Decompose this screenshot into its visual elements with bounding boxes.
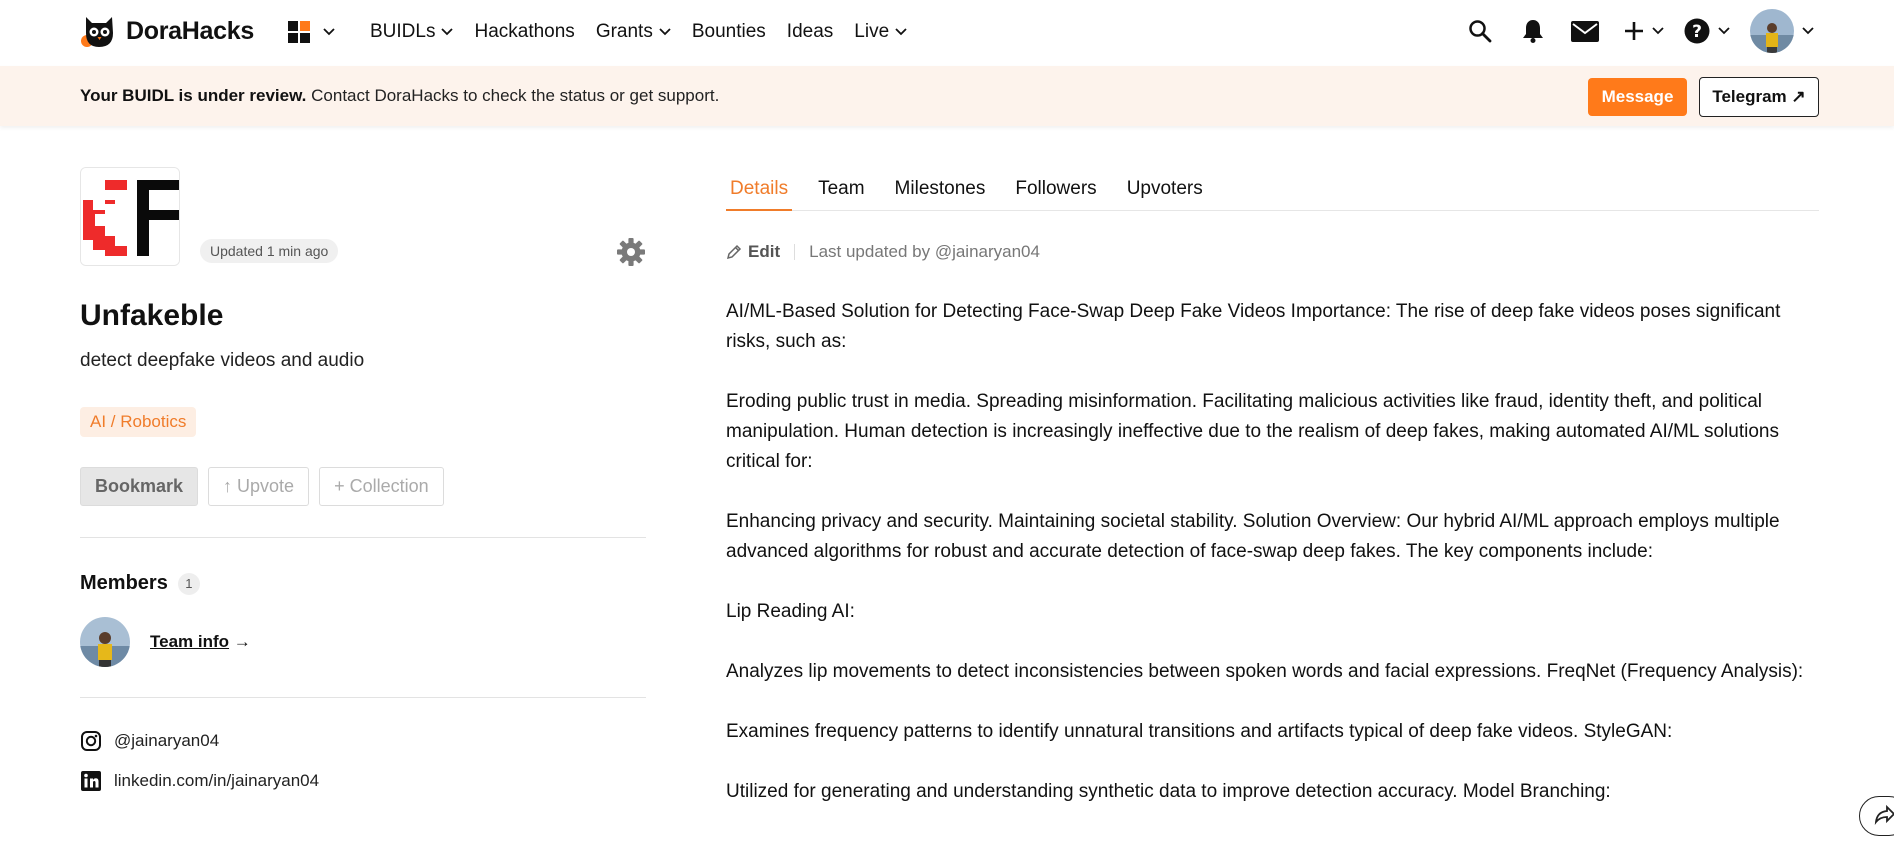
instagram-icon bbox=[81, 731, 101, 751]
team-info-link[interactable]: Team info → bbox=[150, 632, 251, 652]
description-paragraph: AI/ML-Based Solution for Detecting Face-… bbox=[726, 301, 1781, 352]
account-menu-button[interactable] bbox=[1750, 9, 1814, 53]
settings-button[interactable] bbox=[616, 237, 646, 267]
brand-name: DoraHacks bbox=[126, 16, 254, 45]
owl-logo-icon bbox=[81, 17, 113, 47]
nav-item-label: Live bbox=[854, 21, 890, 42]
edit-label: Edit bbox=[748, 242, 781, 261]
help-menu-button[interactable]: ? bbox=[1684, 18, 1730, 44]
chevron-down-icon bbox=[1802, 27, 1814, 35]
search-icon bbox=[1469, 20, 1492, 43]
divider bbox=[80, 537, 646, 538]
description-paragraph: Eroding public trust in media. Spreading… bbox=[726, 391, 1779, 472]
description-paragraph: Enhancing privacy and security. Maintain… bbox=[726, 511, 1780, 562]
nav-item-label: Hackathons bbox=[474, 21, 575, 42]
linkedin-link[interactable]: linkedin.com/in/jainaryan04 bbox=[80, 770, 319, 792]
nav-item-label: Grants bbox=[595, 21, 653, 42]
search-button[interactable] bbox=[1467, 18, 1493, 44]
add-collection-button[interactable]: + Collection bbox=[319, 467, 444, 506]
plus-icon bbox=[1625, 22, 1643, 40]
chevron-down-icon bbox=[441, 28, 454, 36]
gear-icon bbox=[617, 238, 645, 266]
nav-item-label: Ideas bbox=[786, 21, 834, 42]
arrow-right-icon: → bbox=[229, 632, 251, 651]
members-count: 1 bbox=[177, 572, 200, 595]
chevron-down-icon bbox=[895, 28, 907, 36]
tab-team[interactable]: Team bbox=[814, 170, 868, 210]
detail-tabs: Details Team Milestones Followers Upvote… bbox=[726, 170, 1819, 211]
share-floating-button[interactable] bbox=[1859, 796, 1894, 836]
divider bbox=[80, 697, 646, 698]
tab-followers[interactable]: Followers bbox=[1011, 170, 1100, 210]
svg-text:?: ? bbox=[1692, 22, 1702, 42]
project-tagline: detect deepfake videos and audio bbox=[80, 350, 365, 371]
top-navigation: DoraHacks BUIDLs Hackathons Grants Bount… bbox=[0, 0, 1894, 66]
tab-upvoters[interactable]: Upvoters bbox=[1123, 170, 1207, 210]
main-menu: BUIDLs Hackathons Grants Bounties Ideas … bbox=[287, 0, 928, 64]
updated-badge: Updated 1 min ago bbox=[200, 239, 339, 263]
apps-menu-button[interactable] bbox=[287, 20, 335, 44]
nav-item-ideas[interactable]: Ideas bbox=[787, 21, 833, 43]
messages-button[interactable] bbox=[1570, 18, 1600, 44]
nav-item-bounties[interactable]: Bounties bbox=[692, 21, 766, 43]
edit-bar: Edit Last updated by @jainaryan04 bbox=[726, 242, 1040, 262]
apps-grid-icon bbox=[288, 21, 310, 43]
review-status: Your BUIDL is under review. bbox=[80, 86, 307, 105]
linkedin-url: linkedin.com/in/jainaryan04 bbox=[114, 771, 320, 790]
nav-item-hackathons[interactable]: Hackathons bbox=[474, 21, 574, 43]
project-actions: Bookmark ↑ Upvote + Collection bbox=[80, 467, 444, 506]
edit-button[interactable]: Edit bbox=[726, 242, 780, 262]
bell-icon bbox=[1523, 20, 1543, 43]
chevron-down-icon bbox=[659, 28, 671, 36]
user-actions: ? bbox=[1467, 0, 1814, 62]
description-paragraph: Utilized for generating and understandin… bbox=[726, 781, 1611, 802]
description-paragraph: Lip Reading AI: bbox=[726, 601, 855, 622]
description-paragraph: Analyzes lip movements to detect inconsi… bbox=[726, 661, 1804, 682]
nav-item-label: Bounties bbox=[691, 21, 766, 42]
members-title: Members bbox=[80, 572, 168, 594]
telegram-button[interactable]: Telegram ↗ bbox=[1699, 77, 1819, 117]
tab-details[interactable]: Details bbox=[726, 170, 793, 211]
dorahacks-logo[interactable]: DoraHacks bbox=[80, 13, 254, 49]
chevron-down-icon bbox=[1652, 27, 1664, 35]
instagram-handle: @jainaryan04 bbox=[114, 731, 220, 750]
share-icon bbox=[1874, 804, 1894, 825]
avatar bbox=[1750, 9, 1794, 53]
chevron-down-icon bbox=[323, 28, 335, 36]
review-help-text: Contact DoraHacks to check the status or… bbox=[306, 86, 720, 105]
bookmark-button[interactable]: Bookmark bbox=[80, 467, 199, 506]
project-logo bbox=[80, 167, 180, 266]
nav-item-label: BUIDLs bbox=[370, 21, 436, 42]
review-message: Your BUIDL is under review. Contact Dora… bbox=[80, 86, 719, 106]
nav-item-buidls[interactable]: BUIDLs bbox=[370, 21, 454, 43]
project-name: Unfakeble bbox=[80, 299, 224, 332]
nav-item-live[interactable]: Live bbox=[854, 21, 907, 43]
instagram-link[interactable]: @jainaryan04 bbox=[80, 730, 219, 752]
description-content: AI/ML-Based Solution for Detecting Face-… bbox=[726, 297, 1826, 837]
members-heading: Members 1 bbox=[80, 572, 200, 595]
help-icon: ? bbox=[1684, 18, 1710, 44]
team-info-label: Team info bbox=[150, 632, 230, 651]
nav-item-grants[interactable]: Grants bbox=[596, 21, 671, 43]
chevron-down-icon bbox=[1718, 27, 1730, 35]
pencil-icon bbox=[726, 244, 742, 260]
separator bbox=[794, 244, 796, 260]
description-paragraph: Examines frequency patterns to identify … bbox=[726, 721, 1673, 742]
member-avatar[interactable] bbox=[80, 617, 130, 667]
category-tag[interactable]: AI / Robotics bbox=[80, 407, 197, 437]
linkedin-icon bbox=[81, 771, 101, 791]
last-updated-text: Last updated by @jainaryan04 bbox=[809, 242, 1040, 261]
message-button[interactable]: Message bbox=[1588, 78, 1687, 116]
upvote-button[interactable]: ↑ Upvote bbox=[208, 467, 310, 506]
notifications-button[interactable] bbox=[1520, 18, 1546, 44]
mail-icon bbox=[1571, 20, 1599, 42]
tab-milestones[interactable]: Milestones bbox=[891, 170, 990, 210]
create-menu-button[interactable] bbox=[1624, 21, 1664, 41]
